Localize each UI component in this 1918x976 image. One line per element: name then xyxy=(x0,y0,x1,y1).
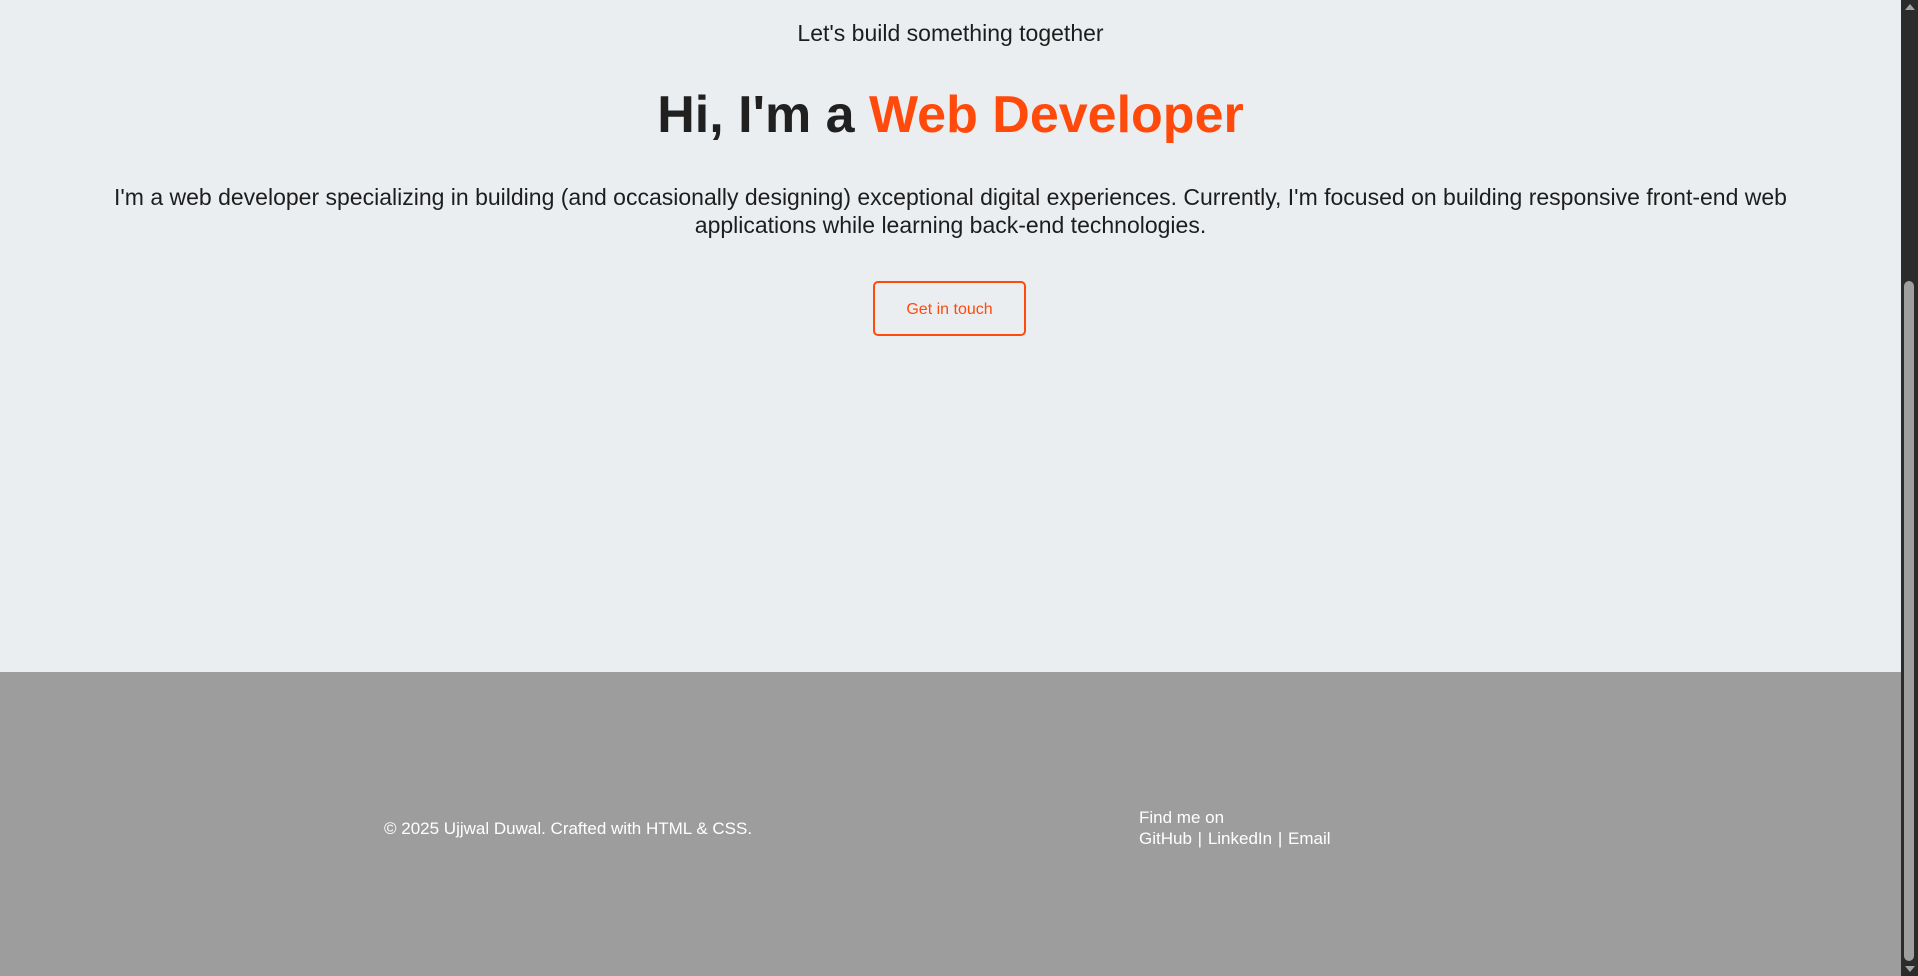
linkedin-link[interactable]: LinkedIn xyxy=(1208,829,1272,848)
social-heading: Find me on xyxy=(1139,808,1225,827)
hero-tagline: Let's build something together xyxy=(797,20,1104,46)
scrollbar-thumb[interactable] xyxy=(1904,281,1914,961)
hero-headline: Hi, I'm a Web Developer xyxy=(0,82,1901,148)
vertical-scrollbar[interactable] xyxy=(1901,0,1918,976)
scroll-down-arrow-icon[interactable] xyxy=(1905,966,1915,972)
link-separator: | xyxy=(1197,829,1203,848)
email-link[interactable]: Email xyxy=(1288,829,1331,848)
headline-prefix: Hi, I'm a xyxy=(657,86,870,144)
footer-social: Find me on GitHub | LinkedIn | Email xyxy=(1139,807,1331,849)
browser-page: Let's build something together Hi, I'm a… xyxy=(0,0,1918,976)
link-separator: | xyxy=(1277,829,1283,848)
hero-section: Let's build something together Hi, I'm a… xyxy=(0,0,1901,672)
footer: © 2025 Ujjwal Duwal. Crafted with HTML &… xyxy=(0,672,1901,976)
get-in-touch-button[interactable]: Get in touch xyxy=(873,281,1026,336)
hero-intro: I'm a web developer specializing in buil… xyxy=(114,184,1787,238)
scroll-up-arrow-icon[interactable] xyxy=(1905,4,1915,10)
page-content: Let's build something together Hi, I'm a… xyxy=(0,0,1901,976)
headline-accent: Web Developer xyxy=(869,86,1244,144)
github-link[interactable]: GitHub xyxy=(1139,829,1192,848)
footer-copyright: © 2025 Ujjwal Duwal. Crafted with HTML &… xyxy=(384,819,753,838)
social-links: GitHub | LinkedIn | Email xyxy=(1139,828,1331,849)
